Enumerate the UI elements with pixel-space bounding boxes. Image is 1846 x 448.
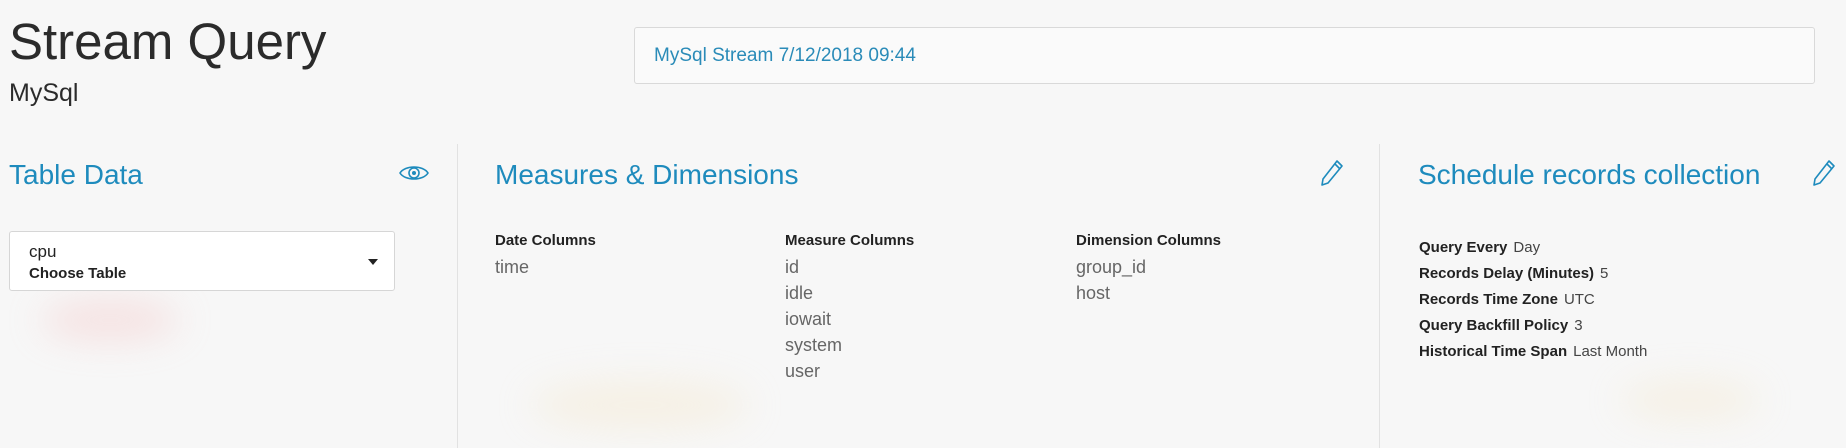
schedule-label: Records Delay (Minutes)	[1419, 265, 1595, 282]
stream-name-field[interactable]: MySql Stream 7/12/2018 09:44	[634, 27, 1815, 84]
stream-name-link[interactable]: MySql Stream 7/12/2018 09:44	[654, 45, 916, 67]
measure-columns: Measure Columns id idle iowait system us…	[785, 232, 914, 384]
list-item: user	[785, 361, 821, 381]
dimension-columns-header: Dimension Columns	[1076, 232, 1222, 249]
schedule-label: Records Time Zone	[1419, 291, 1558, 308]
table-data-panel: Table Data cpu Choose Table	[0, 144, 456, 448]
page-header: Stream Query MySql MySql Stream 7/12/201…	[0, 0, 1846, 140]
list-item: system	[785, 335, 843, 355]
list-item: id	[785, 257, 800, 277]
choose-table-select[interactable]: cpu Choose Table	[9, 231, 395, 291]
schedule-panel: Schedule records collection Query Every D…	[1380, 144, 1846, 448]
panels-row: Table Data cpu Choose Table Measures & D…	[0, 144, 1846, 448]
schedule-title: Schedule records collection	[1418, 159, 1761, 190]
dimension-columns: Dimension Columns group_id host	[1076, 232, 1221, 306]
date-columns-list: time	[495, 254, 596, 280]
list-item: host	[1076, 283, 1111, 303]
schedule-item: Historical Time Span Last Month	[1419, 339, 1647, 365]
list-item: iowait	[785, 309, 832, 329]
dimension-columns-list: group_id host	[1076, 254, 1221, 306]
schedule-item: Query Backfill Policy 3	[1419, 313, 1647, 339]
measure-columns-header: Measure Columns	[785, 232, 915, 249]
schedule-label: Historical Time Span	[1419, 343, 1568, 360]
schedule-value: 5	[1600, 265, 1609, 282]
date-columns: Date Columns time	[495, 232, 596, 280]
schedule-label: Query Every	[1419, 239, 1508, 256]
schedule-item: Records Delay (Minutes) 5	[1419, 261, 1647, 287]
chevron-down-icon	[368, 259, 378, 265]
select-label: Choose Table	[29, 265, 127, 282]
schedule-value: 3	[1574, 317, 1583, 334]
measures-dimensions-title: Measures & Dimensions	[495, 159, 799, 190]
schedule-item: Records Time Zone UTC	[1419, 287, 1647, 313]
select-value: cpu	[29, 242, 57, 261]
schedule-value: Day	[1513, 239, 1541, 256]
page-title: Stream Query	[9, 13, 327, 70]
pencil-icon[interactable]	[1807, 156, 1841, 190]
eye-icon[interactable]	[397, 156, 431, 190]
measures-dimensions-panel: Measures & Dimensions Date Columns time …	[458, 144, 1378, 448]
schedule-value: UTC	[1563, 291, 1595, 308]
pencil-icon[interactable]	[1315, 156, 1349, 190]
table-data-title: Table Data	[9, 159, 143, 190]
list-item: time	[495, 257, 530, 277]
page-subtitle: MySql	[9, 79, 79, 107]
schedule-label: Query Backfill Policy	[1419, 317, 1569, 334]
schedule-item: Query Every Day	[1419, 235, 1647, 261]
schedule-value: Last Month	[1573, 343, 1648, 360]
measure-columns-list: id idle iowait system user	[785, 254, 914, 384]
schedule-details: Query Every Day Records Delay (Minutes) 5 …	[1419, 235, 1647, 365]
list-item: idle	[785, 283, 814, 303]
date-columns-header: Date Columns	[495, 232, 596, 249]
list-item: group_id	[1076, 257, 1147, 277]
